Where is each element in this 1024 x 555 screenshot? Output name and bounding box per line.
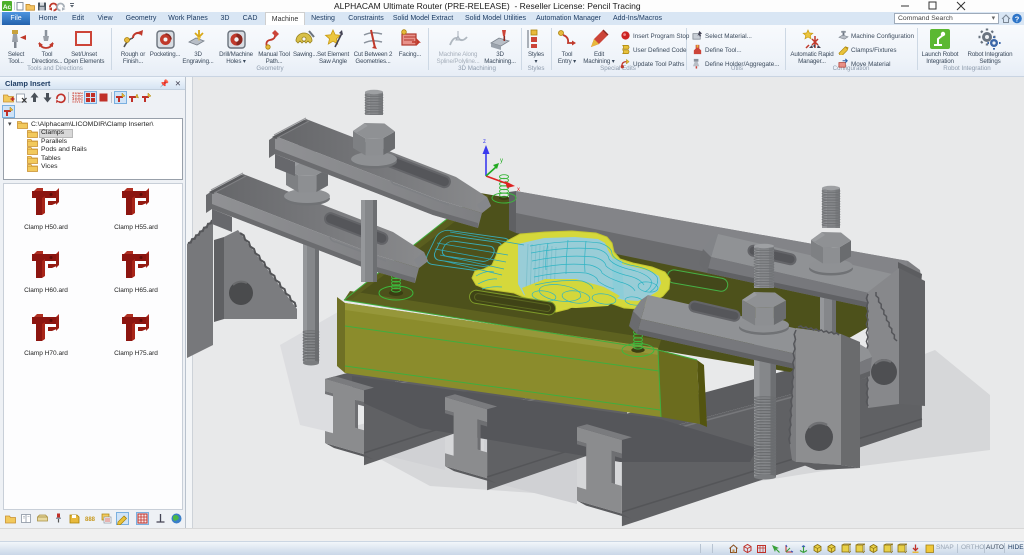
svg-text:888: 888 [85, 517, 96, 523]
svg-text:z: z [483, 139, 486, 145]
svg-text:?: ? [1015, 15, 1020, 24]
svg-text:Ac: Ac [3, 4, 12, 11]
svg-text:x: x [517, 187, 520, 193]
svg-text:y: y [500, 158, 503, 164]
